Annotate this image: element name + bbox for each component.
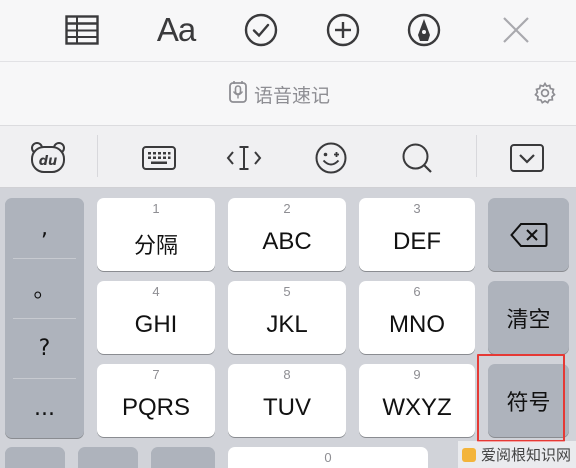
- key-number: 2: [283, 201, 291, 216]
- symbols-key-label: 符号: [506, 390, 551, 416]
- key-number: 6: [413, 284, 421, 299]
- key-2-abc[interactable]: 2 ABC: [228, 198, 346, 271]
- punctuation-column[interactable]: , 。 ? ...: [5, 198, 84, 438]
- punct-comma[interactable]: ,: [5, 198, 84, 258]
- key-label: DEF: [393, 228, 441, 255]
- space-key-number: 0: [324, 450, 332, 465]
- key-number: 9: [413, 367, 421, 382]
- function-row-divider: [476, 135, 477, 177]
- key-number: 5: [283, 284, 291, 299]
- notes-toolbar: Aa: [0, 0, 576, 62]
- keyboard-function-row: du: [0, 126, 576, 188]
- format-text-button[interactable]: Aa: [150, 8, 202, 52]
- key-6-mno[interactable]: 6 MNO: [359, 281, 475, 354]
- bottom-row-key[interactable]: [78, 447, 138, 468]
- keyboard-icon[interactable]: [139, 138, 179, 178]
- key-9-wxyz[interactable]: 9 WXYZ: [359, 364, 475, 437]
- checklist-icon[interactable]: [239, 8, 283, 52]
- table-icon[interactable]: [60, 8, 104, 52]
- symbols-key[interactable]: 符号: [488, 364, 569, 437]
- key-label: GHI: [134, 311, 178, 338]
- cursor-move-icon[interactable]: [224, 138, 264, 178]
- key-number: 4: [152, 284, 160, 299]
- backspace-icon: [488, 198, 569, 271]
- markup-pen-icon[interactable]: [402, 8, 446, 52]
- gear-icon[interactable]: [533, 81, 557, 109]
- key-number: 3: [413, 201, 421, 216]
- close-icon[interactable]: [494, 8, 538, 52]
- key-1-separator[interactable]: 1 分隔: [97, 198, 215, 271]
- delete-key[interactable]: [488, 198, 569, 271]
- key-number: 8: [283, 367, 291, 382]
- key-3-def[interactable]: 3 DEF: [359, 198, 475, 271]
- search-icon[interactable]: [397, 138, 437, 178]
- punct-period[interactable]: 。: [5, 258, 84, 318]
- svg-text:du: du: [39, 154, 58, 169]
- key-label: WXYZ: [382, 394, 452, 421]
- voice-note-bar[interactable]: 语音速记: [0, 62, 576, 126]
- key-label: MNO: [389, 311, 445, 338]
- key-label: TUV: [263, 394, 311, 421]
- watermark: 爱阅根知识网: [458, 441, 576, 468]
- key-7-pqrs[interactable]: 7 PQRS: [97, 364, 215, 437]
- voice-note-button[interactable]: 语音速记: [228, 80, 330, 108]
- key-label: 分隔: [133, 234, 178, 259]
- emoji-icon[interactable]: [311, 138, 351, 178]
- key-8-tuv[interactable]: 8 TUV: [228, 364, 346, 437]
- bottom-row-key[interactable]: [151, 447, 215, 468]
- add-icon[interactable]: [321, 8, 365, 52]
- hide-keyboard-icon[interactable]: [507, 138, 547, 178]
- punct-question[interactable]: ?: [5, 318, 84, 378]
- watermark-text: 爱阅根知识网: [481, 446, 572, 464]
- voice-note-label: 语音速记: [254, 84, 331, 107]
- key-number: 7: [152, 367, 160, 382]
- key-label: ABC: [262, 228, 312, 255]
- clear-key-label: 清空: [506, 307, 551, 333]
- function-row-divider: [97, 135, 98, 177]
- watermark-logo-icon: [462, 447, 476, 462]
- space-key[interactable]: 0: [228, 447, 428, 468]
- key-number: 1: [152, 201, 160, 216]
- key-label: JKL: [266, 311, 308, 338]
- baidu-du-icon[interactable]: du: [28, 138, 68, 178]
- key-label: PQRS: [121, 394, 190, 421]
- clear-key[interactable]: 清空: [488, 281, 569, 354]
- punct-ellipsis[interactable]: ...: [5, 378, 84, 438]
- key-5-jkl[interactable]: 5 JKL: [228, 281, 346, 354]
- voice-note-icon: [228, 80, 248, 108]
- key-4-ghi[interactable]: 4 GHI: [97, 281, 215, 354]
- format-text-label: Aa: [156, 11, 196, 48]
- bottom-row-key[interactable]: [5, 447, 65, 468]
